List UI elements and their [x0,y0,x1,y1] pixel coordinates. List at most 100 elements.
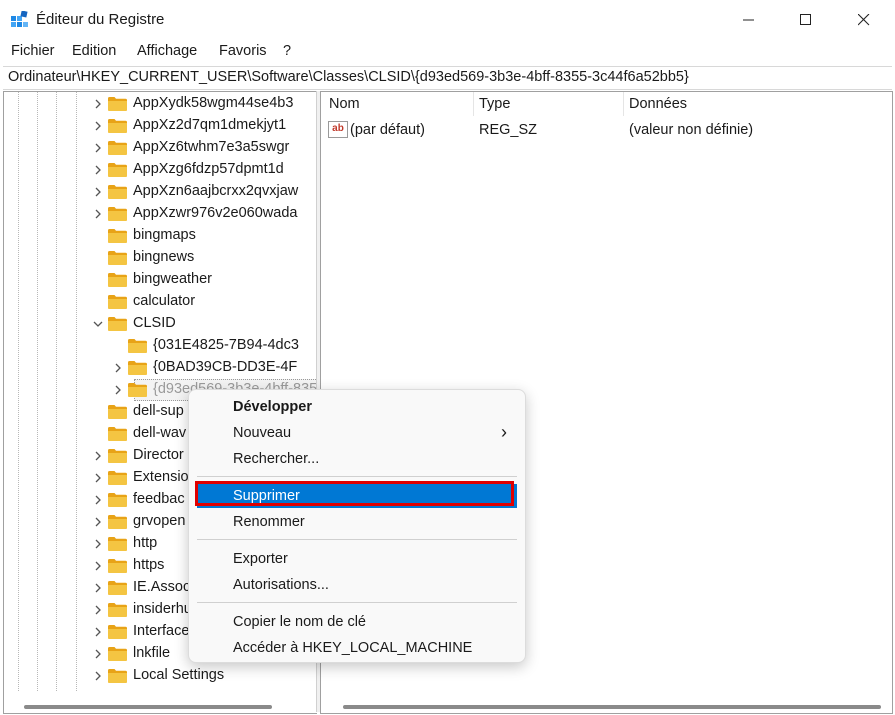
chevron-right-icon[interactable] [93,583,103,593]
chevron-right-icon[interactable] [93,143,103,153]
column-donnees[interactable]: Données [629,96,687,112]
folder-icon [108,603,127,617]
menu-item-developper[interactable]: Développer [197,395,517,419]
tree-item[interactable]: AppXydk58wgm44se4b3 [4,93,296,115]
menu-favoris[interactable]: Favoris [219,43,267,59]
chevron-right-icon[interactable] [93,495,103,505]
tree-item-label: Director [133,447,184,463]
address-path: Ordinateur\HKEY_CURRENT_USER\Software\Cl… [8,69,689,85]
chevron-right-icon[interactable] [93,539,103,549]
folder-icon [108,273,127,287]
folder-icon [108,625,127,639]
folder-icon [108,647,127,661]
chevron-right-icon[interactable] [93,473,103,483]
chevron-right-icon[interactable] [93,561,103,571]
tree-item-label: calculator [133,293,196,309]
close-button[interactable] [835,0,893,40]
tree-item-label: dell-wav [133,425,187,441]
tree-item[interactable]: AppXz2d7qm1dmekjyt1 [4,115,296,137]
menu-item-autorisations[interactable]: Autorisations... [197,573,517,597]
tree-item[interactable]: AppXzg6fdzp57dpmt1d [4,159,296,181]
menu-item-renommer[interactable]: Renommer [197,510,517,534]
folder-icon [108,207,127,221]
tree-item-label: bingmaps [133,227,196,243]
menu-item-acceder-hklm[interactable]: Accéder à HKEY_LOCAL_MACHINE [197,636,517,660]
chevron-right-icon[interactable] [93,671,103,681]
chevron-right-icon[interactable] [113,363,123,373]
tree-item-label: https [133,557,165,573]
folder-icon [108,229,127,243]
folder-icon [108,97,127,111]
folder-icon [108,669,127,683]
folder-icon [108,185,127,199]
tree-item-label: dell-sup [133,403,184,419]
list-horizontal-scrollbar[interactable] [321,699,890,713]
reg-string-icon: ab [328,121,348,138]
chevron-right-icon[interactable] [93,627,103,637]
tree-item[interactable]: Local Settings [4,665,296,687]
table-row[interactable]: ab (par défaut) REG_SZ (valeur non défin… [321,119,890,141]
menu-item-copier-nom-cle[interactable]: Copier le nom de clé [197,610,517,634]
menu-affichage[interactable]: Affichage [137,43,197,59]
chevron-right-icon[interactable] [93,517,103,527]
tree-item-label: bingnews [133,249,195,265]
tree-item[interactable]: AppXzwr976v2e060wada [4,203,297,225]
chevron-right-icon[interactable] [93,649,103,659]
menu-separator [197,476,517,477]
folder-icon [108,537,127,551]
menu-edition[interactable]: Edition [72,43,116,59]
tree-item[interactable]: {031E4825-7B94-4dc3 [4,335,299,357]
chevron-right-icon[interactable] [93,605,103,615]
scrollbar-thumb[interactable] [343,705,881,709]
address-bar[interactable]: Ordinateur\HKEY_CURRENT_USER\Software\Cl… [3,66,892,90]
chevron-right-icon[interactable] [93,165,103,175]
menu-separator [197,602,517,603]
folder-icon [128,339,147,353]
tree-item-label: AppXzn6aajbcrxx2qvxjaw [133,183,299,199]
menu-aide[interactable]: ? [283,43,291,59]
menu-item-exporter[interactable]: Exporter [197,547,517,571]
value-name: (par défaut) [350,122,425,138]
list-column-header: Nom Type Données [321,92,892,116]
tree-item[interactable]: CLSID [4,313,296,335]
tree-item[interactable]: bingmaps [4,225,296,247]
value-data: (valeur non définie) [629,122,754,138]
tree-horizontal-scrollbar[interactable] [4,699,296,713]
menu-item-label: Exporter [233,551,288,567]
tree-item[interactable]: AppXz6twhm7e3a5swgr [4,137,296,159]
chevron-down-icon[interactable] [93,319,103,329]
chevron-right-icon[interactable] [93,209,103,219]
context-menu: Développer Nouveau › Rechercher... Suppr… [188,389,526,663]
menu-item-label: Accéder à HKEY_LOCAL_MACHINE [233,640,473,656]
tree-item[interactable]: bingnews [4,247,296,269]
registry-editor-icon [11,11,28,27]
tree-item-label: AppXzg6fdzp57dpmt1d [133,161,284,177]
tree-item[interactable]: AppXzn6aajbcrxx2qvxjaw [4,181,299,203]
folder-icon [108,515,127,529]
column-divider[interactable] [623,92,624,116]
tree-item-label: http [133,535,158,551]
chevron-right-icon[interactable] [93,451,103,461]
maximize-button[interactable] [777,0,835,40]
minimize-button[interactable] [720,0,778,40]
chevron-right-icon[interactable] [93,187,103,197]
menu-item-nouveau[interactable]: Nouveau › [197,421,517,445]
column-type[interactable]: Type [479,96,510,112]
tree-item[interactable]: calculator [4,291,296,313]
tree-item[interactable]: bingweather [4,269,296,291]
chevron-right-icon[interactable] [113,385,123,395]
menu-item-label: Rechercher... [233,451,320,467]
menu-item-rechercher[interactable]: Rechercher... [197,447,517,471]
column-nom[interactable]: Nom [329,96,360,112]
column-divider[interactable] [473,92,474,116]
menu-fichier[interactable]: Fichier [11,43,55,59]
folder-icon [108,295,127,309]
tree-item[interactable]: {0BAD39CB-DD3E-4F [4,357,297,379]
folder-icon [108,141,127,155]
scrollbar-thumb[interactable] [24,705,272,709]
tree-item-label: {031E4825-7B94-4dc3 [153,337,299,353]
folder-icon [108,449,127,463]
chevron-right-icon[interactable] [93,121,103,131]
folder-icon [108,317,127,331]
chevron-right-icon[interactable] [93,99,103,109]
